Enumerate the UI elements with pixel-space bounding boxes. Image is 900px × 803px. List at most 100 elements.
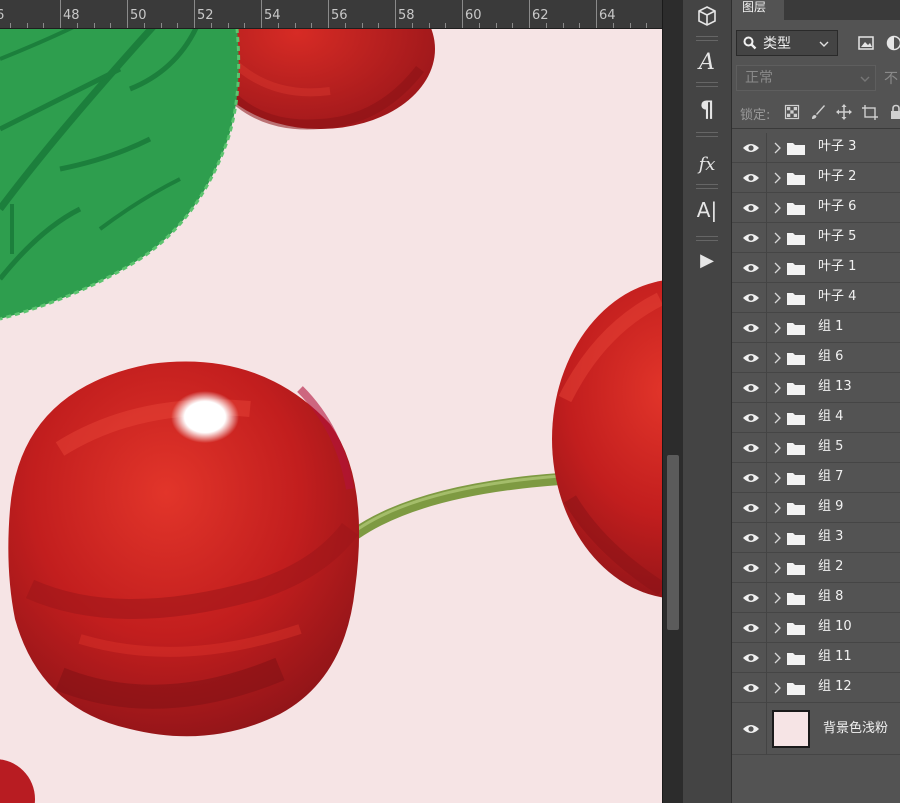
visibility-eye-icon[interactable]: [742, 412, 760, 424]
layer-row[interactable]: 组 9: [732, 493, 900, 523]
layer-row[interactable]: 组 11: [732, 643, 900, 673]
visibility-eye-icon[interactable]: [742, 142, 760, 154]
layer-name: 组 5: [818, 439, 844, 454]
chevron-right-icon[interactable]: [773, 262, 781, 274]
visibility-eye-icon[interactable]: [742, 723, 760, 735]
panel-icon-strip: A ¶ fx A| ▶: [683, 0, 732, 803]
chevron-right-icon[interactable]: [773, 412, 781, 424]
play-icon[interactable]: ▶: [687, 244, 727, 276]
visibility-eye-icon[interactable]: [742, 562, 760, 574]
layer-row[interactable]: 组 13: [732, 373, 900, 403]
chevron-right-icon[interactable]: [773, 322, 781, 334]
layer-row[interactable]: 组 4: [732, 403, 900, 433]
chevron-right-icon[interactable]: [773, 232, 781, 244]
visibility-eye-icon[interactable]: [742, 442, 760, 454]
ruler-label: 62: [532, 8, 549, 23]
canvas-scrollbar[interactable]: [662, 0, 683, 803]
layer-row[interactable]: 组 6: [732, 343, 900, 373]
visibility-eye-icon[interactable]: [742, 262, 760, 274]
canvas-scrollbar-thumb[interactable]: [667, 455, 679, 630]
visibility-eye-icon[interactable]: [742, 622, 760, 634]
layer-row[interactable]: 叶子 5: [732, 223, 900, 253]
fx-icon[interactable]: fx: [687, 148, 727, 180]
layer-row[interactable]: 组 3: [732, 523, 900, 553]
layer-row[interactable]: 组 12: [732, 673, 900, 703]
folder-icon: [787, 503, 805, 515]
ruler-label: 56: [331, 8, 348, 23]
chevron-right-icon[interactable]: [773, 442, 781, 454]
layer-row[interactable]: 组 1: [732, 313, 900, 343]
paragraph-icon[interactable]: ¶: [687, 94, 727, 126]
visibility-eye-icon[interactable]: [742, 682, 760, 694]
visibility-eye-icon[interactable]: [742, 592, 760, 604]
glyphs-icon[interactable]: A|: [687, 194, 727, 226]
chevron-right-icon[interactable]: [773, 352, 781, 364]
layer-row[interactable]: 组 10: [732, 613, 900, 643]
move-icon[interactable]: [836, 104, 852, 120]
ruler-minor-tick: [311, 23, 312, 28]
folder-icon: [787, 533, 805, 545]
tab-layers[interactable]: 图层: [732, 0, 784, 20]
chevron-right-icon[interactable]: [773, 562, 781, 574]
artboard-lock-icon[interactable]: [862, 104, 878, 120]
folder-icon: [787, 443, 805, 455]
3d-icon[interactable]: [687, 0, 727, 32]
layer-row[interactable]: 组 5: [732, 433, 900, 463]
layer-name: 组 3: [818, 529, 844, 544]
visibility-eye-icon[interactable]: [742, 652, 760, 664]
visibility-eye-icon[interactable]: [742, 382, 760, 394]
lock-label: 锁定:: [740, 108, 771, 123]
visibility-eye-icon[interactable]: [742, 472, 760, 484]
tool-separator: [696, 36, 718, 41]
row-divider: [766, 643, 767, 673]
ruler-minor-tick: [110, 23, 111, 28]
image-filter-icon[interactable]: [858, 36, 874, 50]
chevron-right-icon[interactable]: [773, 622, 781, 634]
ruler-minor-tick: [378, 23, 379, 28]
blend-mode-dropdown[interactable]: 正常: [736, 65, 876, 91]
ruler-minor-tick: [496, 23, 497, 28]
adjustment-filter-icon[interactable]: [886, 35, 900, 51]
visibility-eye-icon[interactable]: [742, 232, 760, 244]
layer-row[interactable]: 叶子 2: [732, 163, 900, 193]
chevron-right-icon[interactable]: [773, 502, 781, 514]
visibility-eye-icon[interactable]: [742, 172, 760, 184]
document-canvas[interactable]: [0, 29, 662, 803]
row-divider: [766, 163, 767, 193]
chevron-right-icon[interactable]: [773, 172, 781, 184]
layer-row[interactable]: 叶子 6: [732, 193, 900, 223]
layer-row[interactable]: 叶子 3: [732, 133, 900, 163]
brush-icon[interactable]: [810, 104, 826, 120]
layer-row[interactable]: 组 8: [732, 583, 900, 613]
chevron-right-icon[interactable]: [773, 652, 781, 664]
ruler-minor-tick: [445, 23, 446, 28]
visibility-eye-icon[interactable]: [742, 292, 760, 304]
visibility-eye-icon[interactable]: [742, 502, 760, 514]
chevron-right-icon[interactable]: [773, 142, 781, 154]
layer-row[interactable]: 组 7: [732, 463, 900, 493]
character-icon[interactable]: A: [687, 46, 727, 78]
chevron-right-icon[interactable]: [773, 292, 781, 304]
layer-filter-dropdown[interactable]: 类型: [736, 30, 838, 56]
layer-row-background[interactable]: 背景色浅粉: [732, 703, 900, 755]
lock-transparent-pixels-icon[interactable]: [784, 104, 800, 120]
chevron-right-icon[interactable]: [773, 472, 781, 484]
layer-row[interactable]: 叶子 1: [732, 253, 900, 283]
chevron-right-icon[interactable]: [773, 382, 781, 394]
chevron-right-icon[interactable]: [773, 202, 781, 214]
layer-row[interactable]: 叶子 4: [732, 283, 900, 313]
visibility-eye-icon[interactable]: [742, 532, 760, 544]
chevron-right-icon[interactable]: [773, 592, 781, 604]
lock-icon[interactable]: [888, 104, 900, 120]
chevron-right-icon[interactable]: [773, 532, 781, 544]
ruler-major-tick: [462, 0, 463, 28]
visibility-eye-icon[interactable]: [742, 322, 760, 334]
ruler-minor-tick: [278, 23, 279, 28]
visibility-eye-icon[interactable]: [742, 352, 760, 364]
chevron-down-icon: [860, 76, 870, 82]
row-divider: [766, 523, 767, 553]
visibility-eye-icon[interactable]: [742, 202, 760, 214]
chevron-right-icon[interactable]: [773, 682, 781, 694]
folder-icon: [787, 413, 805, 425]
layer-row[interactable]: 组 2: [732, 553, 900, 583]
